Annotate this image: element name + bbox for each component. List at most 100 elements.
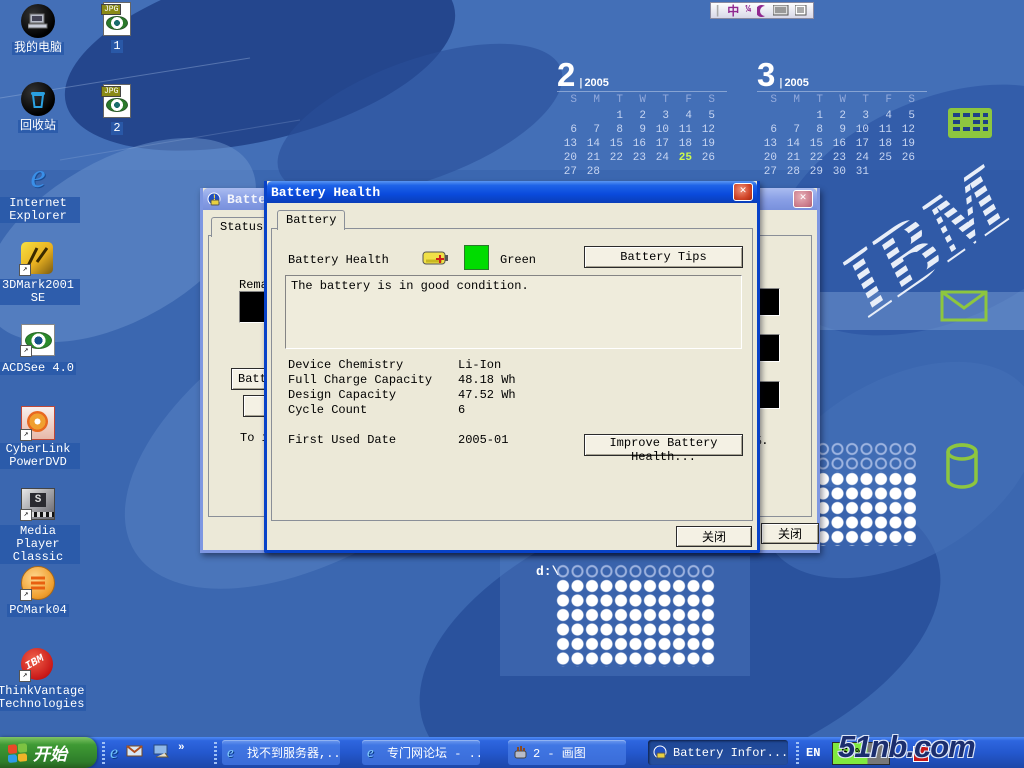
calendar-day: 22 (603, 151, 626, 165)
calendar-day: 12 (695, 123, 718, 137)
close-button[interactable]: 关闭 (676, 526, 752, 547)
calendar-day (557, 109, 580, 123)
windows-logo-icon (8, 742, 28, 762)
close-button[interactable]: 关闭 (761, 523, 819, 544)
desktop-icon-thinkvantage[interactable]: IBM ↗ ThinkVantage Technologies (0, 648, 80, 712)
language-bar[interactable]: | 中 ¼ (710, 2, 814, 19)
calendar-day: 7 (780, 123, 803, 137)
detail-value: Li-Ion (458, 358, 501, 372)
desktop-icon-recycle-bin[interactable]: 回收站 (0, 82, 80, 134)
ie-icon: e (367, 745, 382, 760)
calendar-month-number: 2 (557, 61, 575, 89)
ime-fullwidth-icon[interactable]: ¼ (745, 5, 751, 16)
calendar-day-header: T (803, 92, 826, 109)
calendar-day: 15 (803, 137, 826, 151)
media-player-classic-icon: S ↗ (21, 488, 55, 520)
detail-label: Full Charge Capacity (288, 373, 432, 387)
calendar-day: 3 (849, 109, 872, 123)
start-button[interactable]: 开始 (0, 737, 97, 768)
powerdvd-icon: ↗ (21, 406, 55, 440)
desktop-icon-internet-explorer[interactable]: e Internet Explorer (0, 160, 80, 224)
calendar-day-header: M (580, 92, 603, 109)
calendar-day: 30 (826, 165, 849, 179)
detail-value: 6 (458, 403, 465, 417)
icon-label: 1 (111, 40, 122, 53)
calendar-day: 19 (695, 137, 718, 151)
improve-battery-health-button[interactable]: Improve Battery Health... (584, 434, 743, 456)
my-computer-icon (21, 4, 55, 38)
health-status-swatch (464, 245, 489, 270)
calendar-day: 22 (803, 151, 826, 165)
tab-battery[interactable]: Battery (277, 210, 345, 230)
taskbar-task-paint[interactable]: 2 - 画图 (508, 740, 626, 765)
battery-icon (422, 249, 450, 267)
detail-value: 2005-01 (458, 433, 508, 447)
thinkvantage-icon: IBM ↗ (21, 648, 53, 680)
calendar-day: 10 (849, 123, 872, 137)
language-indicator[interactable]: EN (806, 746, 820, 760)
calendar-day (780, 109, 803, 123)
calendar-day: 24 (849, 151, 872, 165)
desktop-icon-pcmark04[interactable]: ↗ PCMark04 (0, 566, 80, 618)
calendar-day: 8 (803, 123, 826, 137)
pcmark04-icon: ↗ (21, 566, 55, 600)
svg-text:!: ! (212, 194, 217, 203)
calendar-day: 3 (649, 109, 672, 123)
ime-punctuation-icon[interactable] (757, 5, 767, 17)
soft-keyboard-icon[interactable] (773, 5, 789, 16)
detail-label: Device Chemistry (288, 358, 403, 372)
taskbar-task-ie-1[interactable]: e 找不到服务器,... (222, 740, 340, 765)
desktop-icon-acdsee[interactable]: ↗ ACDSee 4.0 (0, 324, 80, 376)
desktop-icon-media-player-classic[interactable]: S ↗ Media Player Classic (0, 488, 80, 565)
ime-chinese-icon[interactable]: 中 (727, 2, 739, 19)
battery-information-window-icon: ! (207, 192, 222, 207)
calendar-day: 17 (649, 137, 672, 151)
calendar-day: 4 (872, 109, 895, 123)
desktop-icon-3dmark2001[interactable]: ↗ 3DMark2001 SE (0, 242, 80, 306)
taskbar-task-battery-information[interactable]: Battery Infor... (648, 740, 788, 765)
icon-label: Internet Explorer (0, 197, 80, 223)
quick-launch-ie-icon[interactable]: e (110, 742, 118, 762)
calendar-day: 8 (603, 123, 626, 137)
desktop-icon-powerdvd[interactable]: ↗ CyberLink PowerDVD (0, 406, 80, 470)
desktop-icon-jpg-2[interactable]: JPG 2 (75, 84, 159, 136)
shortcut-arrow: ↗ (20, 345, 32, 357)
calendar-day: 5 (695, 109, 718, 123)
calendar-day: 16 (626, 137, 649, 151)
desktop-icon-jpg-1[interactable]: JPG 1 (75, 2, 159, 54)
calendar-day: 2 (626, 109, 649, 123)
calendar-day: 9 (826, 123, 849, 137)
calendar-day: 20 (557, 151, 580, 165)
acdsee-icon: ↗ (21, 324, 55, 356)
paint-icon (513, 745, 528, 760)
close-icon[interactable]: ✕ (793, 190, 813, 208)
icon-label: 3DMark2001 SE (0, 279, 80, 305)
calendar-day-header: T (649, 92, 672, 109)
desktop-icon-my-computer[interactable]: 我的电脑 (0, 4, 80, 56)
green-grid-icon (948, 108, 992, 138)
calendar-day: 20 (757, 151, 780, 165)
shortcut-arrow: ↗ (19, 264, 31, 276)
taskbar-task-ie-2[interactable]: e 专门网论坛 - ... (362, 740, 480, 765)
calendar-day-header: S (895, 92, 918, 109)
shortcut-arrow: ↗ (20, 589, 32, 601)
dots-deco-filled (556, 579, 716, 667)
calendar-day: 24 (649, 151, 672, 165)
calendar-day: 16 (826, 137, 849, 151)
shortcut-arrow: ↗ (19, 670, 31, 682)
battery-tab-panel: Battery Health Green Battery Tips The ba… (271, 228, 753, 521)
battery-tips-button[interactable]: Battery Tips (584, 246, 743, 268)
calendar-day: 18 (672, 137, 695, 151)
health-status-text: Green (500, 253, 536, 267)
quick-launch-outlook-icon[interactable] (126, 742, 144, 760)
internet-explorer-icon: e (21, 160, 55, 194)
quick-launch-overflow-chevron[interactable]: » (178, 742, 185, 762)
close-icon[interactable]: ✕ (733, 183, 753, 201)
battery-health-titlebar[interactable]: Battery Health ✕ (267, 181, 757, 203)
calendar-day: 23 (826, 151, 849, 165)
quick-launch-show-desktop-icon[interactable] (152, 742, 170, 760)
calendar-day: 13 (557, 137, 580, 151)
dialog-title: Battery Health (271, 185, 380, 200)
calendar-day: 17 (849, 137, 872, 151)
ime-menu-icon[interactable] (795, 5, 807, 16)
